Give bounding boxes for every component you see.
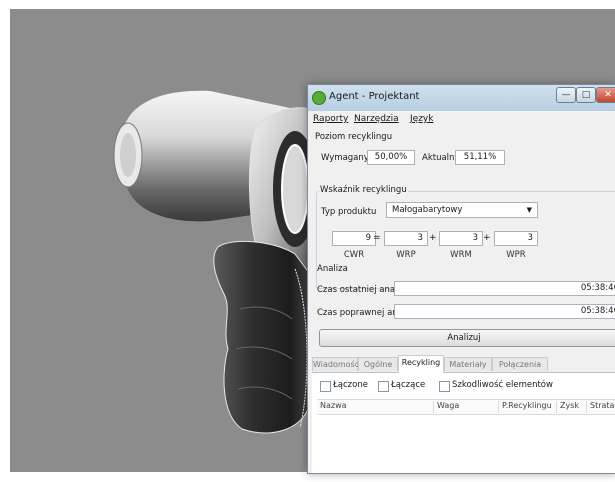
agent-window: Agent - Projektant — □ ✕ Raporty Narzędz… (307, 84, 615, 474)
wrp-field[interactable]: 3 (384, 231, 428, 246)
plus-sign: + (429, 233, 437, 243)
szkodliwosc-label: Szkodliwość elementów (452, 380, 553, 390)
product-type-value: Małogabarytowy (392, 205, 463, 215)
title-bar[interactable]: Agent - Projektant — □ ✕ (308, 85, 615, 112)
dropdown-arrow-icon: ▼ (526, 206, 532, 214)
product-type-select[interactable]: Małogabarytowy ▼ (386, 202, 538, 218)
tab-recykling[interactable]: Recykling (398, 355, 444, 373)
column-header-nazwa[interactable]: Nazwa (317, 401, 434, 413)
current-field[interactable]: 51,11% (455, 150, 505, 165)
minimize-button[interactable]: — (556, 87, 576, 103)
laczone-label: Łączone (333, 380, 368, 390)
desktop: Agent - Projektant — □ ✕ Raporty Narzędz… (0, 0, 615, 482)
cwr-label: CWR (343, 250, 365, 260)
tab-strip: Wiadomości Ogólne Materiały Połączenia R… (312, 355, 615, 373)
app-icon (312, 91, 326, 105)
plus-sign: + (483, 233, 491, 243)
menu-raporty[interactable]: Raporty (313, 114, 348, 124)
menu-jezyk[interactable]: Język (410, 114, 433, 124)
cwr-field[interactable]: 9 (332, 231, 376, 246)
wrm-label: WRM (450, 250, 472, 260)
valid-analysis-field[interactable]: 05:38:46 (394, 304, 615, 319)
laczace-label: Łączące (391, 380, 426, 390)
nozzle-opening (120, 133, 136, 177)
window-title: Agent - Projektant (329, 91, 420, 102)
wpr-field[interactable]: 3 (494, 231, 538, 246)
wpr-label: WPR (506, 250, 526, 260)
menu-narzedzia[interactable]: Narzędzia (354, 114, 399, 124)
equals-sign: = (373, 233, 381, 243)
wrp-label: WRP (396, 250, 416, 260)
analysis-label: Analiza (317, 264, 348, 274)
column-header-waga[interactable]: Waga (434, 401, 499, 413)
table-header: Nazwa Waga P.Recyklingu Zysk Strata (317, 399, 615, 415)
last-analysis-field[interactable]: 05:38:46 (394, 281, 615, 296)
recycling-level-label: Poziom recyklingu (315, 132, 393, 142)
maximize-button[interactable]: □ (576, 87, 596, 103)
product-type-label: Typ produktu (321, 207, 377, 217)
szkodliwosc-checkbox[interactable] (439, 381, 450, 392)
recycling-index-label: Wskaźnik recyklingu (319, 185, 408, 195)
menu-bar: Raporty Narzędzia Język (308, 111, 615, 128)
wrm-field[interactable]: 3 (439, 231, 483, 246)
rear-ring (281, 144, 309, 234)
close-button[interactable]: ✕ (596, 87, 615, 103)
laczace-checkbox[interactable] (378, 381, 389, 392)
tab-materialy[interactable]: Materiały (444, 357, 492, 371)
required-field[interactable]: 50,00% (367, 150, 415, 165)
column-header-precyklingu[interactable]: P.Recyklingu (499, 401, 557, 413)
tab-ogolne[interactable]: Ogólne (358, 357, 398, 371)
column-header-strata[interactable]: Strata (587, 401, 615, 413)
column-header-zysk[interactable]: Zysk (557, 401, 587, 413)
recycling-tab-panel: Łączone Łączące Szkodliwość elementów Na… (312, 373, 615, 473)
laczone-checkbox[interactable] (320, 381, 331, 392)
tab-polaczenia[interactable]: Połączenia (492, 357, 548, 371)
tab-wiadomosci[interactable]: Wiadomości (312, 357, 361, 371)
required-label: Wymagany: (321, 153, 372, 163)
analyze-button[interactable]: Analizuj (319, 329, 615, 347)
